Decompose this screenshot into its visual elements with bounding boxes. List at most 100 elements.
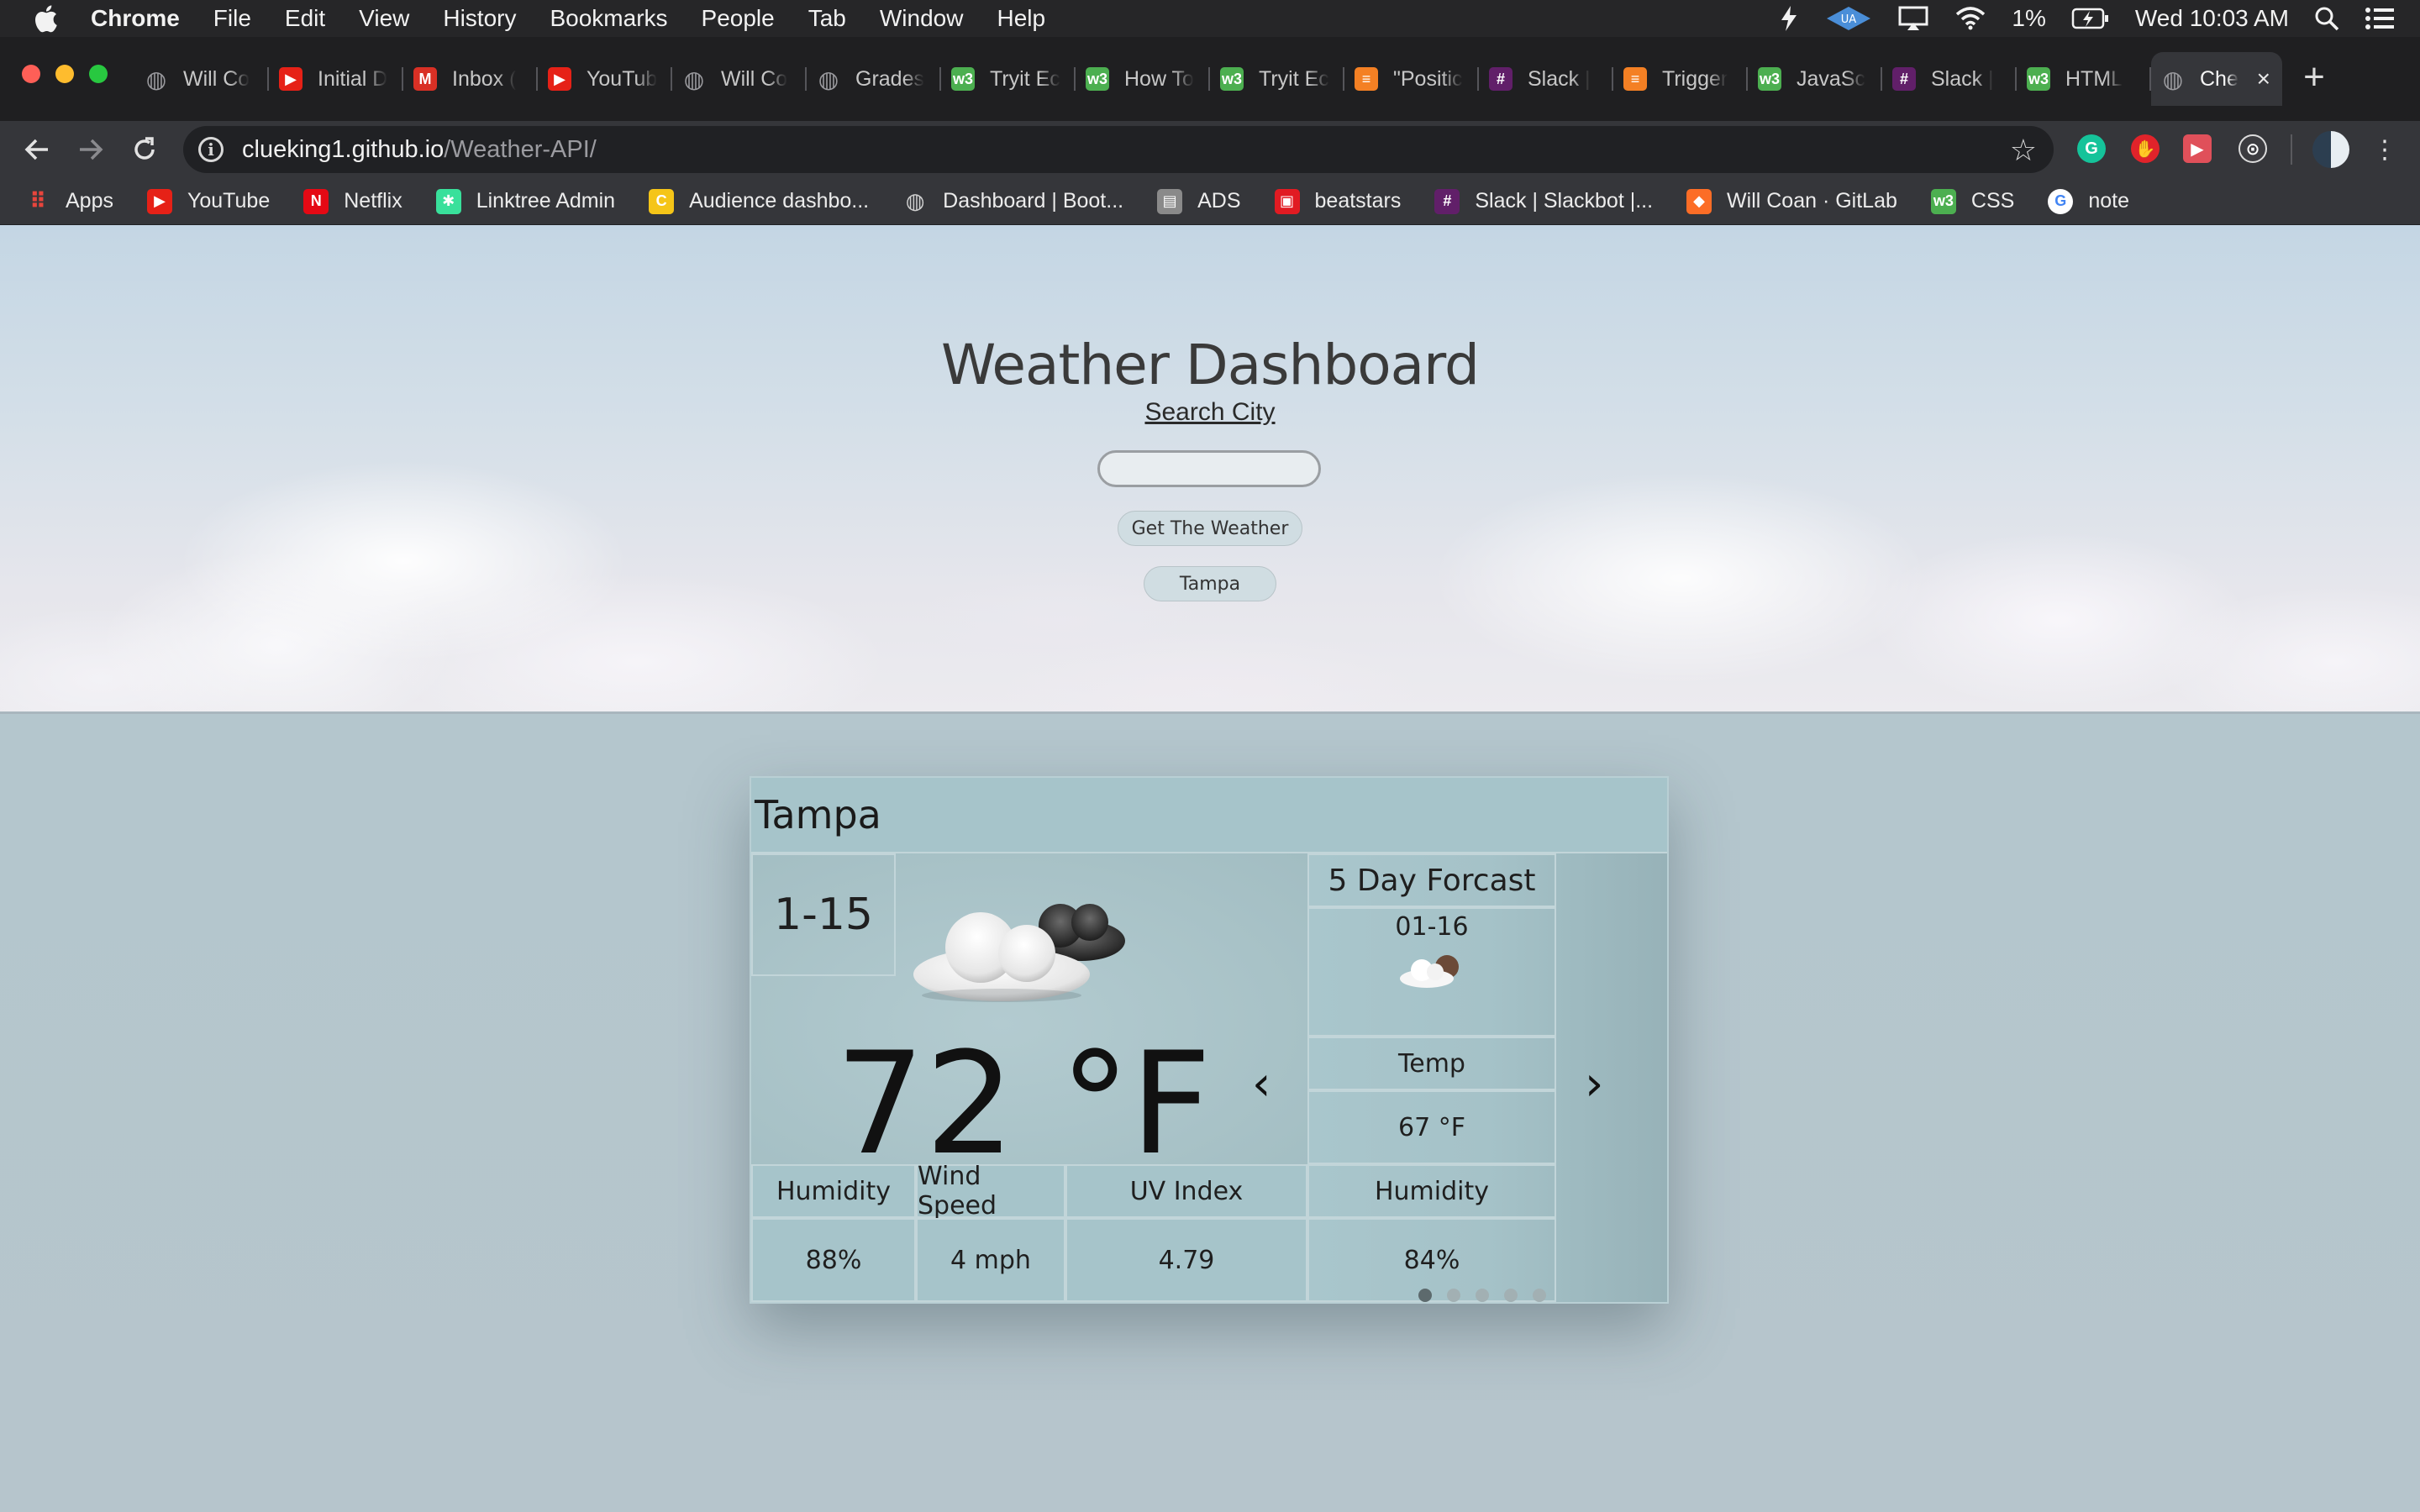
forecast-title: 5 Day Forcast: [1307, 853, 1556, 907]
new-tab-button[interactable]: +: [2297, 59, 2331, 97]
apple-menu-icon[interactable]: [22, 0, 69, 37]
browser-tab-active[interactable]: ◍ Che ×: [2151, 52, 2282, 106]
notification-center-icon[interactable]: [2365, 7, 2395, 30]
menu-window[interactable]: Window: [880, 5, 964, 32]
address-bar[interactable]: i clueking1.github.io/Weather-API/ ☆: [183, 126, 2054, 173]
zoom-window-button[interactable]: [89, 65, 108, 83]
web-page: Weather Dashboard Search City Get The We…: [0, 225, 2420, 1512]
profile-avatar[interactable]: [2312, 131, 2349, 168]
bookmark-item[interactable]: Gnote: [2048, 188, 2129, 214]
carousel-next-button[interactable]: ›: [1585, 1057, 1603, 1111]
carousel-prev-button[interactable]: ‹: [1252, 1057, 1270, 1111]
youtube-icon: ▶: [548, 67, 571, 91]
w3schools-icon: w3: [1758, 67, 1781, 91]
stackoverflow-icon: ≡: [1623, 67, 1647, 91]
browser-tab[interactable]: # Slack |: [1882, 52, 2017, 106]
forward-button[interactable]: [71, 129, 111, 170]
browser-tab[interactable]: ▶ Initial D: [269, 52, 403, 106]
current-city-name: Tampa: [751, 778, 1667, 853]
bookmark-item[interactable]: ✱ Linktree Admin: [435, 188, 615, 214]
menu-bookmarks[interactable]: Bookmarks: [550, 5, 667, 32]
bookmark-item[interactable]: ⠿ Apps: [25, 188, 113, 214]
menu-file[interactable]: File: [213, 5, 251, 32]
bookmark-item[interactable]: N Netflix: [303, 188, 402, 214]
bolt-status-icon[interactable]: [1778, 5, 1800, 32]
bookmark-label: ADS: [1197, 189, 1241, 213]
browser-tab[interactable]: w3 How To: [1076, 52, 1210, 106]
browser-tab[interactable]: w3 HTML: [2017, 52, 2151, 106]
site-info-icon[interactable]: i: [198, 137, 224, 162]
bookmark-item[interactable]: w3 CSS: [1930, 188, 2015, 214]
menu-app-name[interactable]: Chrome: [91, 5, 180, 32]
browser-tab[interactable]: M Inbox (: [403, 52, 538, 106]
carousel-dot[interactable]: [1447, 1289, 1460, 1302]
wifi-icon[interactable]: [1954, 6, 1986, 31]
menu-tab[interactable]: Tab: [808, 5, 846, 32]
menu-edit[interactable]: Edit: [285, 5, 325, 32]
browser-tab[interactable]: # Slack |: [1479, 52, 1613, 106]
reload-button[interactable]: [124, 129, 165, 170]
city-search-input[interactable]: [1097, 450, 1321, 487]
browser-tab[interactable]: w3 JavaSc: [1748, 52, 1882, 106]
bookmark-star-icon[interactable]: ☆: [2010, 133, 2037, 168]
browser-tab[interactable]: ◍ Grades: [807, 52, 941, 106]
menu-clock[interactable]: Wed 10:03 AM: [2135, 5, 2289, 32]
forecast-day-cell: 01-16: [1307, 907, 1556, 1037]
browser-tab[interactable]: ≡ Trigger: [1613, 52, 1748, 106]
netflix-icon: N: [303, 188, 329, 214]
carousel-dot[interactable]: [1476, 1289, 1489, 1302]
partly-cloudy-icon: [913, 904, 1125, 1002]
forecast-date: 01-16: [1395, 912, 1469, 942]
spotlight-search-icon[interactable]: [2314, 6, 2339, 31]
carousel-dot[interactable]: [1504, 1289, 1518, 1302]
menu-people[interactable]: People: [702, 5, 775, 32]
browser-tab[interactable]: ◍ Will Co: [672, 52, 807, 106]
back-button[interactable]: [17, 129, 57, 170]
arrow-right-icon: [80, 139, 103, 160]
bookmark-item[interactable]: ◍ Dashboard | Boot...: [902, 188, 1123, 214]
bookmark-label: Audience dashbo...: [689, 189, 870, 213]
grammarly-extension-icon[interactable]: G: [2077, 134, 2106, 163]
tab-title: Slack |: [1528, 66, 1591, 91]
battery-charging-icon[interactable]: [2071, 7, 2110, 30]
bookmark-item[interactable]: ◆ Will Coan · GitLab: [1686, 188, 1897, 214]
bookmark-label: Netflix: [344, 189, 402, 213]
gmail-icon: M: [413, 67, 437, 91]
google-icon: G: [2048, 188, 2074, 214]
browser-toolbar: i clueking1.github.io/Weather-API/ ☆ G ✋…: [0, 121, 2420, 178]
bookmark-label: CSS: [1970, 189, 2015, 213]
browser-tab[interactable]: w3 Tryit Ec: [941, 52, 1076, 106]
carousel-dot[interactable]: [1418, 1289, 1432, 1302]
extension-icon[interactable]: ⊙: [2238, 134, 2267, 163]
wind-speed-label: Wind Speed: [916, 1162, 1065, 1221]
browser-menu-icon[interactable]: ⋮: [2365, 129, 2405, 170]
minimize-window-button[interactable]: [55, 65, 74, 83]
bookmark-item[interactable]: C Audience dashbo...: [649, 188, 870, 214]
bookmark-item[interactable]: ▶ YouTube: [146, 188, 270, 214]
bookmark-item[interactable]: ▤ ADS: [1157, 188, 1241, 214]
browser-tab[interactable]: ≡ "Positic: [1344, 52, 1479, 106]
bookmark-item[interactable]: # Slack | Slackbot |...: [1434, 188, 1653, 214]
address-url[interactable]: clueking1.github.io/Weather-API/: [242, 136, 597, 164]
tab-title: Inbox (: [452, 66, 517, 91]
get-weather-button[interactable]: Get The Weather: [1118, 511, 1302, 546]
menu-help[interactable]: Help: [997, 5, 1045, 32]
browser-tab[interactable]: ▶ YouTub: [538, 52, 672, 106]
bookmark-item[interactable]: ▣ beatstars: [1274, 188, 1401, 214]
forecast-weather-icon: [1400, 955, 1459, 988]
battery-percent[interactable]: 1%: [2012, 5, 2045, 32]
browser-tab[interactable]: w3 Tryit Ec: [1210, 52, 1344, 106]
wind-speed-value: 4 mph: [916, 1218, 1065, 1302]
adblock-extension-icon[interactable]: ✋: [2131, 134, 2160, 163]
vpn-status-icon[interactable]: UA: [1825, 5, 1872, 32]
video-extension-icon[interactable]: ▶: [2183, 134, 2212, 163]
menu-view[interactable]: View: [359, 5, 409, 32]
history-city-button[interactable]: Tampa: [1144, 566, 1276, 601]
close-tab-icon[interactable]: ×: [2257, 66, 2270, 92]
browser-tab[interactable]: ◍ Will Co: [134, 52, 269, 106]
menu-history[interactable]: History: [443, 5, 516, 32]
carousel-dot[interactable]: [1533, 1289, 1546, 1302]
close-window-button[interactable]: [22, 65, 40, 83]
airplay-icon[interactable]: [1897, 5, 1929, 32]
gitlab-icon: ◆: [1686, 188, 1712, 214]
